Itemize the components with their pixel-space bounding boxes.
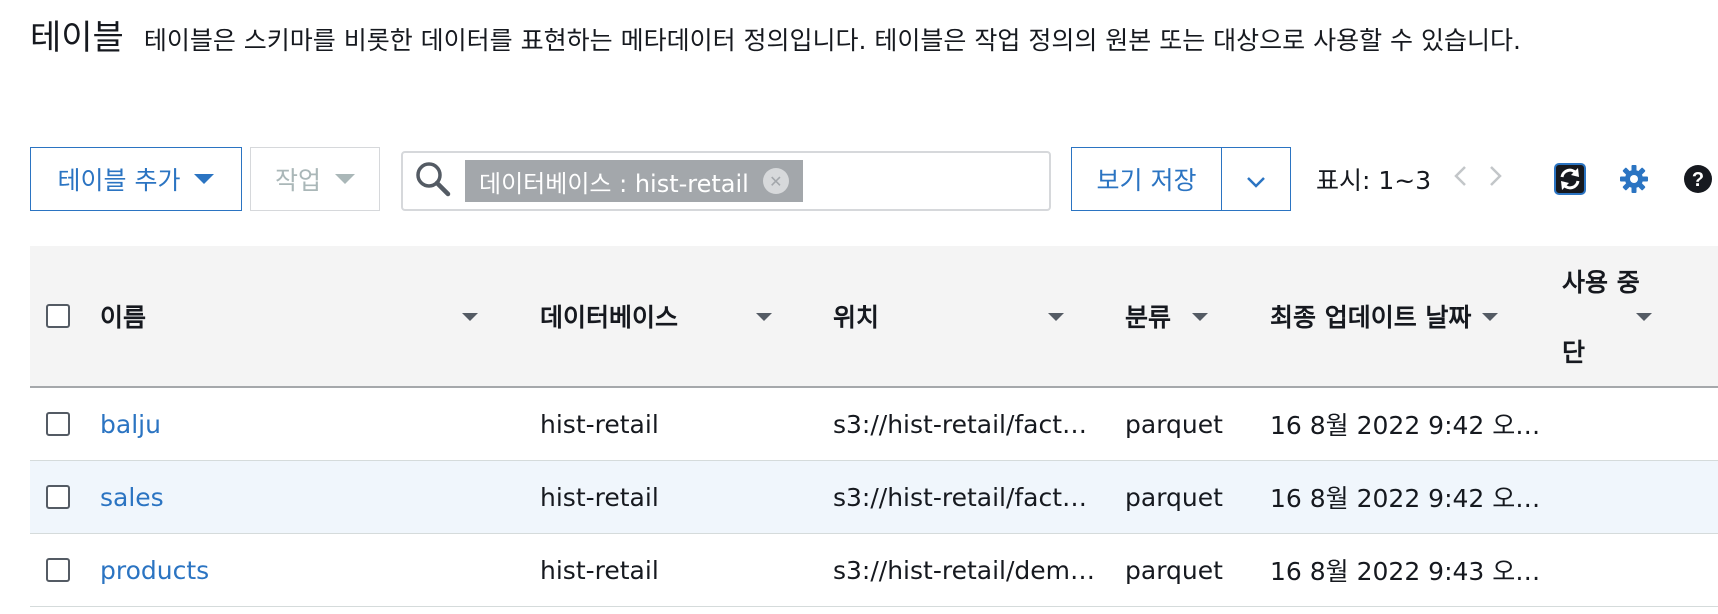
column-name[interactable]: 이름: [100, 246, 146, 386]
column-location[interactable]: 위치: [833, 246, 879, 386]
save-view-label: 보기 저장: [1096, 166, 1197, 195]
table-name-link[interactable]: balju: [100, 388, 161, 460]
pagination: 표시: 1~3: [1316, 147, 1503, 211]
sort-last-updated-icon[interactable]: [1482, 313, 1498, 321]
gear-icon[interactable]: [1618, 163, 1650, 195]
search-icon: [413, 159, 453, 203]
select-all-checkbox[interactable]: [46, 246, 70, 386]
database-cell: hist-retail: [540, 409, 659, 439]
sort-in-use-icon[interactable]: [1636, 313, 1652, 321]
actions-button[interactable]: 작업: [250, 147, 380, 211]
add-table-label: 테이블 추가: [57, 166, 181, 195]
column-classification[interactable]: 분류: [1125, 246, 1171, 386]
column-in-use[interactable]: 사용 중: [1562, 246, 1640, 316]
caret-down-icon: [335, 174, 355, 184]
last-updated-cell: 16 8월 2022 9:42 오…: [1270, 484, 1541, 513]
location-cell: s3://hist-retail/fact…: [833, 482, 1088, 512]
page-description: 테이블은 스키마를 비롯한 데이터를 표현하는 메타데이터 정의입니다. 테이블…: [143, 26, 1521, 55]
save-view-dropdown-button[interactable]: [1221, 147, 1291, 211]
row-checkbox[interactable]: [46, 534, 70, 606]
page-title: 테이블: [30, 18, 124, 58]
table-name-link[interactable]: products: [100, 534, 209, 606]
save-view-group: 보기 저장: [1071, 147, 1291, 211]
pagination-text: 표시: 1~3: [1316, 166, 1432, 195]
classification-cell: parquet: [1125, 409, 1223, 439]
table-row: balju hist-retail s3://hist-retail/fact……: [30, 388, 1718, 461]
save-view-button[interactable]: 보기 저장: [1071, 147, 1221, 211]
help-icon[interactable]: ?: [1682, 163, 1714, 195]
last-updated-cell: 16 8월 2022 9:43 오…: [1270, 557, 1541, 586]
actions-label: 작업: [274, 166, 321, 195]
refresh-icon[interactable]: [1554, 163, 1586, 195]
tables-table: 이름 데이터베이스 위치 분류 최종 업데이트 날짜 사용 중 단 balju …: [30, 246, 1718, 607]
table-row: sales hist-retail s3://hist-retail/fact……: [30, 461, 1718, 534]
toolbar: 테이블 추가 작업 데이터베이스 : hist-retail ✕ 보기 저장 표…: [30, 147, 1718, 213]
chevron-down-icon: [1246, 165, 1266, 194]
clear-filter-icon[interactable]: ✕: [762, 168, 789, 194]
chevron-left-icon[interactable]: [1453, 164, 1467, 194]
row-checkbox[interactable]: [46, 388, 70, 460]
sort-classification-icon[interactable]: [1192, 313, 1208, 321]
filter-token: 데이터베이스 : hist-retail ✕: [465, 160, 803, 202]
page-header: 테이블 테이블은 스키마를 비롯한 데이터를 표현하는 메타데이터 정의입니다.…: [30, 10, 1521, 59]
sort-database-icon[interactable]: [756, 313, 772, 321]
table-header: 이름 데이터베이스 위치 분류 최종 업데이트 날짜 사용 중 단: [30, 246, 1718, 388]
location-cell: s3://hist-retail/fact…: [833, 409, 1088, 439]
classification-cell: parquet: [1125, 482, 1223, 512]
filter-token-label: 데이터베이스 : hist-retail: [479, 169, 749, 198]
table-name-link[interactable]: sales: [100, 461, 164, 533]
last-updated-cell: 16 8월 2022 9:42 오…: [1270, 411, 1541, 440]
column-last-updated[interactable]: 최종 업데이트 날짜: [1270, 246, 1471, 386]
sort-name-icon[interactable]: [462, 313, 478, 321]
location-cell: s3://hist-retail/dem…: [833, 555, 1095, 585]
table-row: products hist-retail s3://hist-retail/de…: [30, 534, 1718, 607]
database-cell: hist-retail: [540, 555, 659, 585]
sort-location-icon[interactable]: [1048, 313, 1064, 321]
column-database[interactable]: 데이터베이스: [540, 246, 678, 386]
search-input[interactable]: 데이터베이스 : hist-retail ✕: [401, 151, 1051, 211]
column-in-use-wrap: 단: [1562, 338, 1586, 367]
classification-cell: parquet: [1125, 555, 1223, 585]
chevron-right-icon[interactable]: [1489, 164, 1503, 194]
svg-text:?: ?: [1692, 169, 1704, 191]
database-cell: hist-retail: [540, 482, 659, 512]
caret-down-icon: [194, 174, 215, 184]
row-checkbox[interactable]: [46, 461, 70, 533]
add-table-button[interactable]: 테이블 추가: [30, 147, 242, 211]
